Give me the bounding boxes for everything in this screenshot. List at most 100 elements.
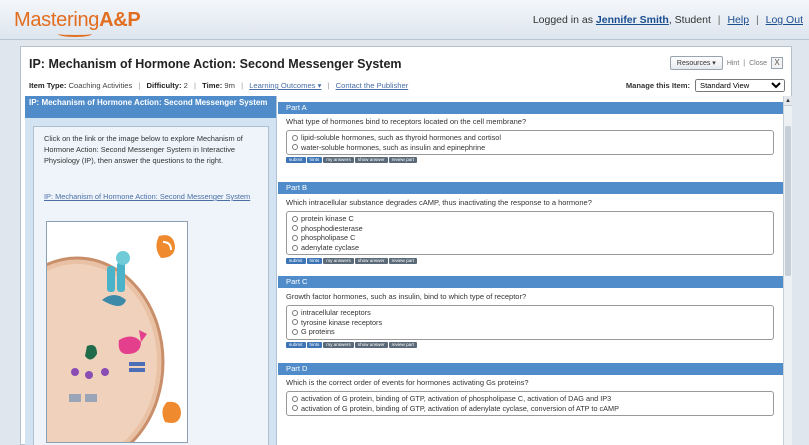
submit-button[interactable]: submit xyxy=(286,157,306,163)
top-bar: MasteringA&P Logged in as Jennifer Smith… xyxy=(0,0,809,40)
ip-module-image[interactable] xyxy=(46,221,188,443)
review-part-button[interactable]: review part xyxy=(388,157,418,163)
scroll-thumb[interactable] xyxy=(785,126,791,276)
answer-label: lipid-soluble hormones, such as thyroid … xyxy=(301,133,501,142)
answer-option[interactable]: phospholipase C xyxy=(292,233,768,243)
part-a-header[interactable]: Part A xyxy=(278,102,783,114)
my-answers-button[interactable]: my answers xyxy=(323,157,354,163)
part-c-header[interactable]: Part C xyxy=(278,276,783,288)
answer-label: G proteins xyxy=(301,327,335,337)
user-bar: Logged in as Jennifer Smith, Student | H… xyxy=(533,14,803,26)
answer-option[interactable]: intracellular receptors xyxy=(292,308,768,318)
submit-button[interactable]: submit xyxy=(286,342,306,348)
answer-option[interactable]: tyrosine kinase receptors xyxy=(292,318,768,328)
vertical-scrollbar[interactable]: ▲ xyxy=(783,96,792,445)
answer-option[interactable]: adenylate cyclase xyxy=(292,243,768,253)
separator: | xyxy=(327,81,330,90)
part-b-answers: protein kinase C phosphodiesterase phosp… xyxy=(286,211,774,256)
answer-option[interactable]: lipid-soluble hormones, such as thyroid … xyxy=(292,133,768,143)
radio-button[interactable] xyxy=(292,328,298,335)
part-b-question: Which intracellular substance degrades c… xyxy=(286,198,592,207)
review-part-button[interactable]: review part xyxy=(388,258,418,264)
answer-option[interactable]: phosphodiesterase xyxy=(292,224,768,234)
logo-swoosh xyxy=(58,31,92,37)
user-name-link[interactable]: Jennifer Smith xyxy=(596,14,669,26)
part-d-header[interactable]: Part D xyxy=(278,363,783,375)
logo-text-main: Mastering xyxy=(14,9,100,31)
answer-option[interactable]: water-soluble hormones, such as insulin … xyxy=(292,143,768,153)
learning-outcomes-dropdown[interactable]: Learning Outcomes ▾ xyxy=(249,81,321,90)
part-c-answers: intracellular receptors tyrosine kinase … xyxy=(286,305,774,340)
separator: | xyxy=(717,14,721,26)
radio-button[interactable] xyxy=(292,225,298,232)
logged-in-label: Logged in as xyxy=(532,14,593,26)
radio-button[interactable] xyxy=(292,215,298,222)
answer-option[interactable]: G proteins xyxy=(292,327,768,337)
radio-button[interactable] xyxy=(292,319,298,326)
hints-button[interactable]: hints xyxy=(306,157,323,163)
separator: | xyxy=(743,59,746,67)
answer-label: phosphodiesterase xyxy=(301,223,363,233)
show-answer-button[interactable]: show answer xyxy=(354,258,388,264)
manage-item-label: Manage this Item: xyxy=(625,81,690,90)
resources-button[interactable]: Resources ▾ xyxy=(669,56,723,70)
contact-publisher-link[interactable]: Contact the Publisher xyxy=(336,81,409,90)
submit-button[interactable]: submit xyxy=(286,258,306,264)
part-a-answers: lipid-soluble hormones, such as thyroid … xyxy=(286,130,774,156)
ip-module-link[interactable]: IP: Mechanism of Hormone Action: Second … xyxy=(44,191,262,202)
hints-button[interactable]: hints xyxy=(306,342,323,348)
my-answers-button[interactable]: my answers xyxy=(323,258,354,264)
part-b-actions: submit hints my answers show answer revi… xyxy=(286,258,418,264)
answer-label: adenylate cyclase xyxy=(301,242,360,252)
item-meta-row: Item Type: Coaching Activities | Difficu… xyxy=(29,81,408,90)
assignment-frame: IP: Mechanism of Hormone Action: Second … xyxy=(20,46,792,445)
radio-button[interactable] xyxy=(292,144,298,151)
show-answer-button[interactable]: show answer xyxy=(354,342,388,348)
answer-label: protein kinase C xyxy=(301,214,354,223)
item-tools: Resources ▾ Hint | Close X xyxy=(669,56,783,70)
my-answers-button[interactable]: my answers xyxy=(323,342,354,348)
time-label: Time: xyxy=(202,81,223,90)
review-part-button[interactable]: review part xyxy=(388,342,418,348)
answer-label: phospholipase C xyxy=(301,233,356,243)
answer-label: activation of G protein, binding of GTP,… xyxy=(301,394,612,403)
hint-link[interactable]: Hint xyxy=(727,60,739,67)
answer-option[interactable]: activation of G protein, binding of GTP,… xyxy=(292,404,768,414)
close-link[interactable]: Close xyxy=(749,60,767,67)
part-b-header[interactable]: Part B xyxy=(278,182,783,194)
radio-button[interactable] xyxy=(292,405,298,412)
ip-intro-box: Click on the link or the image below to … xyxy=(33,126,269,445)
ip-intro-text: Click on the link or the image below to … xyxy=(44,134,243,165)
manage-view-select[interactable]: Standard View xyxy=(695,79,785,92)
logout-link[interactable]: Log Out xyxy=(766,14,803,26)
radio-button[interactable] xyxy=(292,395,298,402)
separator: | xyxy=(194,81,197,90)
close-icon[interactable]: X xyxy=(771,57,783,69)
difficulty-value: 2 xyxy=(183,81,188,90)
show-answer-button[interactable]: show answer xyxy=(354,157,388,163)
part-d-answers: activation of G protein, binding of GTP,… xyxy=(286,391,774,417)
part-d-question: Which is the correct order of events for… xyxy=(286,378,529,387)
page-title: IP: Mechanism of Hormone Action: Second … xyxy=(29,57,402,71)
part-c-question: Growth factor hormones, such as insulin,… xyxy=(286,292,527,301)
content-area: IP: Mechanism of Hormone Action: Second … xyxy=(25,96,783,445)
hints-button[interactable]: hints xyxy=(306,258,323,264)
manage-item: Manage this Item: Standard View xyxy=(626,79,785,92)
separator: | xyxy=(241,81,244,90)
answer-option[interactable]: activation of G protein, binding of GTP,… xyxy=(292,394,768,404)
radio-button[interactable] xyxy=(292,244,298,251)
separator: | xyxy=(138,81,141,90)
radio-button[interactable] xyxy=(292,134,298,141)
radio-button[interactable] xyxy=(292,234,298,241)
item-type-value: Coaching Activities xyxy=(68,81,133,90)
answer-label: tyrosine kinase receptors xyxy=(301,317,383,327)
answer-label: intracellular receptors xyxy=(301,308,371,317)
mastering-ap-logo[interactable]: MasteringA&P xyxy=(14,9,141,37)
part-a-question: What type of hormones bind to receptors … xyxy=(286,117,527,126)
logo-text-accent: A&P xyxy=(99,9,141,31)
answer-option[interactable]: protein kinase C xyxy=(292,214,768,224)
help-link[interactable]: Help xyxy=(727,14,749,26)
scroll-up-arrow-icon[interactable]: ▲ xyxy=(784,96,792,106)
part-a-actions: submit hints my answers show answer revi… xyxy=(286,157,418,163)
radio-button[interactable] xyxy=(292,309,298,316)
